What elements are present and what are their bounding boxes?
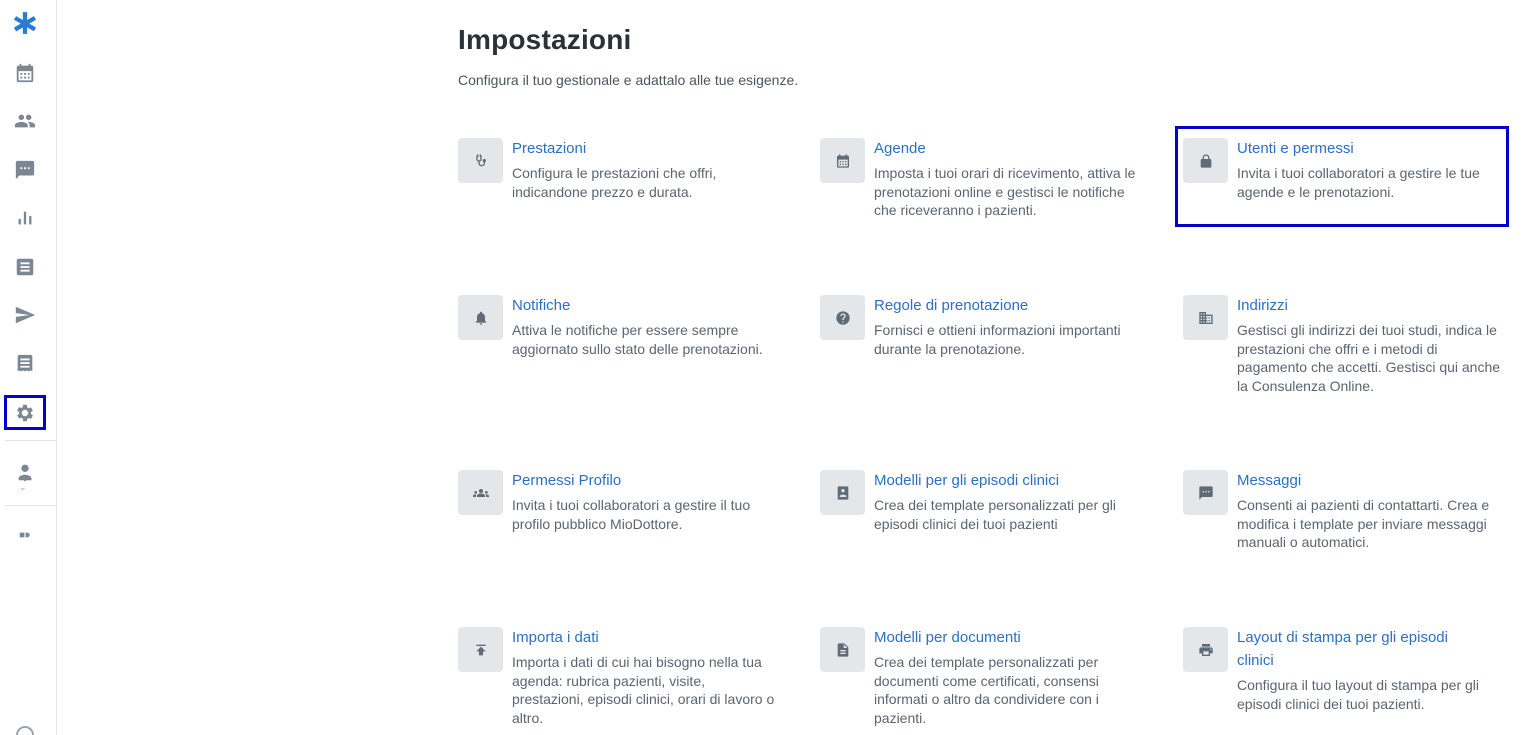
card-title[interactable]: Importa i dati — [512, 627, 792, 650]
brand-logo-icon[interactable] — [8, 6, 41, 39]
integrations-icon[interactable] — [8, 518, 41, 551]
card-description: Crea dei template personalizzati per doc… — [874, 654, 1099, 726]
card-title[interactable]: Prestazioni — [512, 138, 792, 161]
sidebar-divider — [5, 505, 56, 506]
gear-icon[interactable] — [4, 395, 46, 430]
building-icon — [1183, 295, 1228, 340]
card-description: Gestisci gli indirizzi dei tuoi studi, i… — [1237, 322, 1501, 394]
calendar-icon — [820, 138, 865, 183]
contact-book-icon — [820, 470, 865, 515]
card-description: Configura le prestazioni che offri, indi… — [512, 165, 717, 200]
document-icon — [820, 627, 865, 672]
stethoscope-icon — [458, 138, 503, 183]
chat-icon[interactable] — [8, 153, 41, 186]
selection-highlight — [1175, 126, 1509, 227]
sidebar-divider — [5, 440, 56, 441]
chevron-down-icon[interactable]: ⌄ — [19, 482, 27, 493]
page-title: Impostazioni — [458, 24, 632, 55]
page-subtitle: Configura il tuo gestionale e adattalo a… — [458, 72, 799, 88]
card-description: Crea dei template personalizzati per gli… — [874, 497, 1117, 532]
card-description: Consenti ai pazienti di contattarti. Cre… — [1237, 497, 1490, 550]
calendar-icon[interactable] — [8, 56, 41, 89]
card-title[interactable]: Regole di prenotazione — [874, 295, 1154, 318]
card-description: Fornisci e ottieni informazioni importan… — [874, 322, 1121, 357]
bell-icon — [458, 295, 503, 340]
bar-chart-icon[interactable] — [8, 201, 41, 234]
card-title[interactable]: Modelli per gli episodi clinici — [874, 470, 1154, 493]
card-title[interactable]: Indirizzi — [1237, 295, 1517, 318]
card-title[interactable]: Permessi Profilo — [512, 470, 792, 493]
people-icon[interactable] — [8, 104, 41, 137]
sidebar: ⌄ — [0, 0, 57, 735]
card-title[interactable]: Notifiche — [512, 295, 792, 318]
help-icon — [820, 295, 865, 340]
card-title[interactable]: Agende — [874, 138, 1154, 161]
card-title[interactable]: Modelli per documenti — [874, 627, 1154, 650]
card-description: Configura il tuo layout di stampa per gl… — [1237, 677, 1480, 712]
receipt-icon[interactable] — [8, 347, 41, 380]
upload-icon — [458, 627, 503, 672]
printer-icon — [1183, 627, 1228, 672]
send-icon[interactable] — [8, 298, 41, 331]
card-title[interactable]: Messaggi — [1237, 470, 1517, 493]
card-description: Invita i tuoi collaboratori a gestire il… — [512, 497, 751, 532]
card-description: Attiva le notifiche per essere sempre ag… — [512, 322, 763, 357]
list-icon[interactable] — [8, 250, 41, 283]
card-description: Imposta i tuoi orari di ricevimento, att… — [874, 165, 1136, 218]
chat-icon — [1183, 470, 1228, 515]
help-circle-icon[interactable] — [16, 726, 34, 735]
card-title[interactable]: Layout di stampa per gli episodi clinici — [1237, 627, 1487, 672]
card-description: Importa i dati di cui hai bisogno nella … — [512, 654, 775, 726]
group-icon — [458, 470, 503, 515]
